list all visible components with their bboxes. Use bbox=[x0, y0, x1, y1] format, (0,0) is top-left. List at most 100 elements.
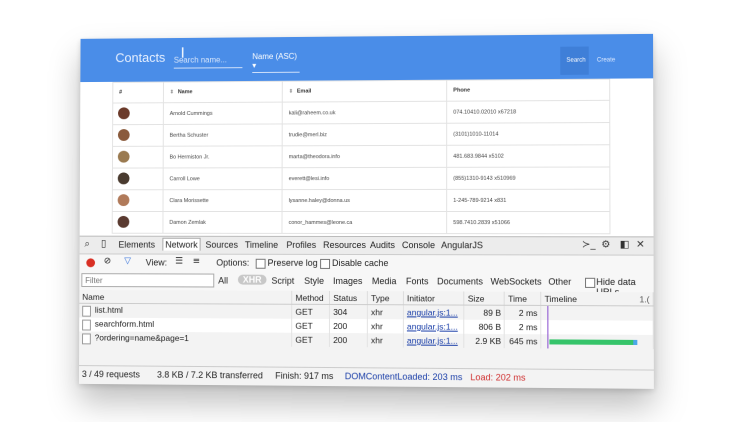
col-email-label: Email bbox=[296, 88, 312, 95]
file-icon bbox=[82, 333, 91, 345]
waterfall-view-icon[interactable]: ≡ bbox=[193, 257, 200, 267]
network-requests-table: Name Method Status Type Initiator Size T… bbox=[79, 289, 654, 350]
avatar bbox=[117, 215, 130, 228]
request-time: 2 ms bbox=[504, 319, 542, 335]
device-mode-icon[interactable]: ▯ bbox=[101, 239, 106, 250]
tab-angularjs[interactable]: AngularJS bbox=[441, 240, 483, 250]
contact-name: Arnold Cummings bbox=[163, 102, 283, 125]
request-size: 806 B bbox=[464, 319, 505, 335]
finish-time: Finish: 917 ms bbox=[275, 370, 334, 382]
view-label: View: bbox=[145, 257, 168, 268]
avatar bbox=[117, 150, 130, 163]
tab-audits[interactable]: Audits bbox=[370, 240, 395, 250]
record-icon[interactable] bbox=[86, 258, 96, 268]
request-initiator[interactable]: angular.js:1... bbox=[403, 333, 465, 348]
create-button[interactable]: Create bbox=[591, 46, 620, 74]
tab-console[interactable]: Console bbox=[402, 240, 435, 250]
contacts-header-row: # ⇕ Name ⇕ Email Phone bbox=[112, 79, 610, 104]
clear-icon[interactable]: ⊘ bbox=[104, 256, 111, 266]
filter-media[interactable]: Media bbox=[372, 276, 397, 286]
sort-icon: ⇕ bbox=[288, 88, 293, 95]
screen-frame: Contacts I Name (ASC) ▾ Search Create # … bbox=[78, 33, 654, 389]
table-row[interactable]: Clara Morissette lysanne.haley@donna.us … bbox=[112, 189, 610, 212]
request-type: xhr bbox=[367, 319, 404, 334]
col-status[interactable]: Status bbox=[329, 290, 368, 305]
request-type: xhr bbox=[367, 304, 404, 320]
col-req-name[interactable]: Name bbox=[79, 289, 293, 305]
filter-images[interactable]: Images bbox=[333, 276, 362, 286]
contact-phone: 598.7410.2839 x51066 bbox=[446, 211, 610, 234]
table-row[interactable]: ?ordering=name&page=1 GET 200 xhr angula… bbox=[79, 331, 654, 350]
request-timeline bbox=[541, 305, 654, 321]
tab-network[interactable]: Network bbox=[162, 237, 201, 251]
request-time: 645 ms bbox=[504, 334, 542, 349]
tab-sources[interactable]: Sources bbox=[206, 240, 239, 250]
filter-script[interactable]: Script bbox=[271, 276, 294, 286]
tab-resources[interactable]: Resources bbox=[323, 240, 366, 250]
request-time: 2 ms bbox=[504, 305, 542, 321]
transferred-size: 3.8 KB / 7.2 KB transferred bbox=[156, 369, 263, 381]
request-status: 200 bbox=[329, 332, 368, 348]
console-drawer-icon[interactable]: ≻_ bbox=[582, 239, 596, 250]
contact-email: everett@lesi.info bbox=[282, 167, 447, 190]
contact-phone: 481.683.9844 x5102 bbox=[446, 144, 610, 168]
app-header: Contacts I Name (ASC) ▾ Search Create bbox=[80, 33, 654, 83]
inspect-icon[interactable]: ⌕ bbox=[84, 239, 89, 250]
request-method: GET bbox=[291, 304, 330, 319]
request-name: searchform.html bbox=[94, 319, 155, 330]
gear-icon[interactable]: ⚙ bbox=[601, 239, 610, 250]
col-method[interactable]: Method bbox=[292, 290, 330, 305]
sort-select[interactable]: Name (ASC) ▾ bbox=[252, 51, 300, 74]
col-name[interactable]: ⇕ Name bbox=[163, 81, 283, 103]
request-initiator[interactable]: angular.js:1... bbox=[403, 319, 465, 334]
filter-websockets[interactable]: WebSockets bbox=[491, 276, 542, 286]
contact-name: Damon Zemlak bbox=[162, 211, 283, 234]
table-row[interactable]: Bertha Schuster trudie@merl.biz (3101)10… bbox=[112, 122, 610, 147]
col-num: # bbox=[112, 82, 164, 104]
contact-phone: 074.10410.02010 x67218 bbox=[446, 100, 610, 124]
contact-name: Bo Hermiston Jr. bbox=[163, 145, 283, 168]
table-row[interactable]: Carroll Lowe everett@lesi.info (855)1310… bbox=[112, 166, 610, 190]
request-size: 89 B bbox=[464, 305, 505, 320]
col-timeline[interactable]: Timeline 1.( bbox=[541, 291, 654, 306]
dock-icon[interactable]: ◧ bbox=[620, 239, 630, 250]
request-status: 304 bbox=[329, 304, 368, 320]
filter-fonts[interactable]: Fonts bbox=[406, 276, 429, 286]
list-view-icon[interactable]: ☰ bbox=[175, 257, 183, 267]
col-initiator[interactable]: Initiator bbox=[403, 291, 465, 306]
filter-icon[interactable]: ▽ bbox=[124, 256, 131, 266]
filter-other[interactable]: Other bbox=[548, 277, 571, 287]
disable-cache-checkbox[interactable] bbox=[320, 258, 331, 269]
preserve-log-checkbox[interactable] bbox=[255, 258, 266, 269]
filter-documents[interactable]: Documents bbox=[437, 276, 483, 286]
tab-profiles[interactable]: Profiles bbox=[286, 240, 316, 250]
table-row[interactable]: Bo Hermiston Jr. marta@theodora.info 481… bbox=[112, 144, 610, 169]
close-icon[interactable]: ✕ bbox=[636, 239, 645, 250]
filter-style[interactable]: Style bbox=[304, 276, 324, 286]
load-time: Load: 202 ms bbox=[470, 372, 526, 383]
request-timeline bbox=[541, 334, 654, 350]
table-row[interactable]: Damon Zemlak conor_hammes@leone.ca 598.7… bbox=[112, 211, 610, 234]
filter-input[interactable] bbox=[81, 273, 215, 288]
filter-all[interactable]: All bbox=[218, 276, 228, 286]
hide-data-urls-checkbox[interactable] bbox=[585, 277, 596, 288]
col-email[interactable]: ⇕ Email bbox=[282, 80, 447, 103]
file-icon bbox=[82, 305, 91, 317]
col-phone: Phone bbox=[446, 79, 610, 102]
devtools-panel: ⌕ ▯ Elements Network Sources Timeline Pr… bbox=[78, 235, 654, 389]
col-size[interactable]: Size bbox=[464, 291, 505, 306]
request-initiator[interactable]: angular.js:1... bbox=[403, 304, 465, 320]
filter-xhr[interactable]: XHR bbox=[237, 274, 267, 285]
search-button[interactable]: Search bbox=[560, 46, 589, 75]
avatar bbox=[118, 106, 130, 119]
request-method: GET bbox=[291, 318, 330, 333]
col-type[interactable]: Type bbox=[367, 291, 404, 305]
col-time[interactable]: Time bbox=[504, 291, 542, 306]
dcl-marker bbox=[547, 334, 549, 349]
col-timeline-label: Timeline bbox=[544, 293, 577, 304]
tab-elements[interactable]: Elements bbox=[118, 240, 155, 250]
tab-timeline[interactable]: Timeline bbox=[245, 240, 278, 250]
table-row[interactable]: Arnold Cummings kali@raheem.co.uk 074.10… bbox=[112, 100, 610, 125]
contact-email: trudie@merl.biz bbox=[282, 123, 447, 146]
contact-phone: (3101)1010-11014 bbox=[446, 122, 610, 146]
